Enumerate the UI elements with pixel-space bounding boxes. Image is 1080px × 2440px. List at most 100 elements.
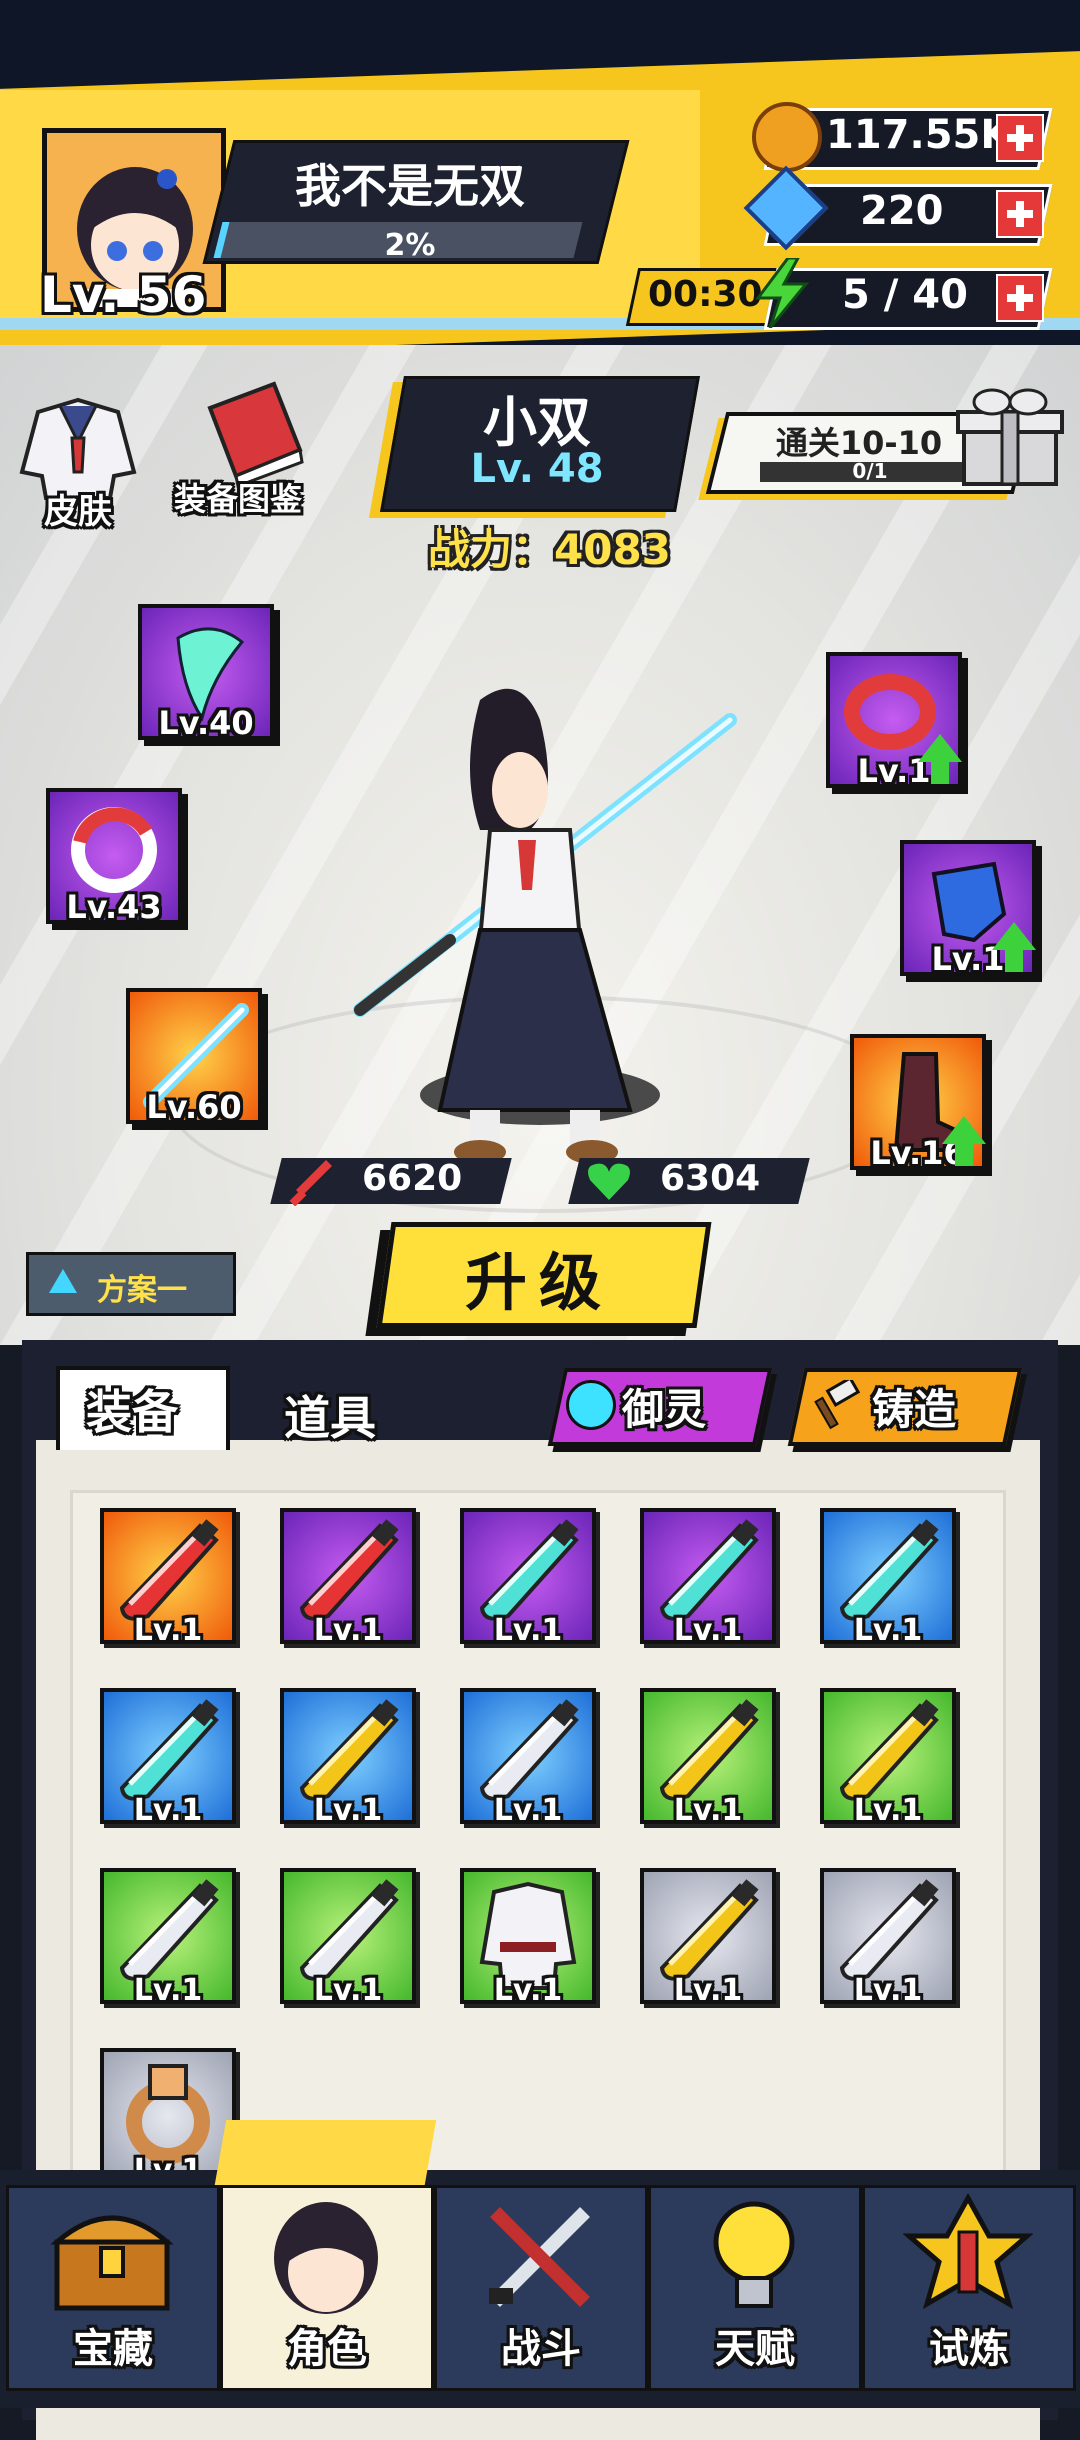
inventory-item[interactable]: Lv.1: [820, 1688, 956, 1828]
inventory-item-level: Lv.1: [493, 1973, 563, 2008]
nav-label: 天赋: [715, 2326, 795, 2372]
character-figure: [353, 688, 737, 1164]
equip-slot-weapon[interactable]: Lv.60: [126, 988, 262, 1126]
inventory-item-level: Lv.1: [133, 1793, 203, 1828]
inventory-item[interactable]: Lv.1: [460, 1508, 596, 1648]
lightbulb-icon: [713, 2201, 795, 2308]
inventory-item-level: Lv.1: [493, 1613, 563, 1648]
spirit-orb-icon: [566, 1380, 616, 1430]
codex-label: 装备图鉴: [174, 480, 303, 518]
attack-value: 6620: [362, 1158, 463, 1199]
plan-label: 方案一: [97, 1273, 187, 1308]
nav-tab-character[interactable]: 角色: [220, 2185, 434, 2391]
inventory-item-level: Lv.1: [313, 1613, 383, 1648]
player-name: 我不是无双: [295, 159, 525, 213]
hammer-icon: [814, 1380, 861, 1430]
coins-value: 117.55K: [826, 112, 1012, 158]
add-gems-button[interactable]: [996, 190, 1044, 238]
equip-slot-level: Lv.43: [66, 888, 162, 926]
inventory-item-level: Lv.1: [673, 1613, 743, 1648]
energy-value: 5 / 40: [842, 272, 968, 318]
equip-slot-gloves[interactable]: Lv.1: [900, 840, 1036, 978]
hp-value: 6304: [660, 1158, 761, 1199]
inventory-item-level: Lv.1: [133, 1613, 203, 1648]
inventory-item-level: Lv.1: [673, 1973, 743, 2008]
plan-selector[interactable]: 方案一: [26, 1252, 236, 1316]
inventory-item[interactable]: Lv.1: [280, 1868, 416, 2008]
inventory-item[interactable]: Lv.1: [280, 1508, 416, 1648]
top-header: Lv. 56 我不是无双 2% 117.55K 220 00:30 5 / 40: [0, 0, 1080, 360]
inventory-item-level: Lv.1: [853, 1973, 923, 2008]
nav-label: 宝藏: [73, 2326, 153, 2372]
inventory-item[interactable]: Lv.1: [640, 1508, 776, 1648]
character-level: Lv. 48: [470, 446, 604, 492]
nav-label: 角色: [287, 2326, 367, 2372]
tab-items-label[interactable]: 道具: [284, 1382, 376, 1448]
inventory-item[interactable]: Lv.1: [280, 1688, 416, 1828]
lightning-energy-icon: [755, 258, 810, 328]
quest-progress: 0/1: [852, 459, 888, 483]
inventory-item-level: Lv.1: [133, 1973, 203, 2008]
inventory-item[interactable]: Lv.1: [640, 1868, 776, 2008]
sword-attack-icon: [289, 1160, 332, 1206]
equip-slot-necklace[interactable]: Lv.40: [138, 604, 274, 742]
inventory-item[interactable]: Lv.1: [100, 2048, 236, 2188]
nav-tab-talent[interactable]: 天赋: [648, 2185, 862, 2391]
spirit-label: 御灵: [622, 1385, 707, 1434]
combat-power: 战力：4083: [428, 516, 671, 577]
forge-label: 铸造: [872, 1385, 957, 1434]
inventory-item[interactable]: Lv.1: [640, 1688, 776, 1828]
inventory-item[interactable]: Lv.1: [460, 1688, 596, 1828]
gems-value: 220: [860, 188, 944, 234]
equip-slot-level: Lv.60: [146, 1088, 242, 1126]
gift-box-icon[interactable]: [950, 380, 1070, 490]
equip-slot-boots[interactable]: Lv.16: [850, 1034, 986, 1172]
character-avatar-icon: [274, 2202, 378, 2314]
skin-label: 皮肤: [44, 492, 112, 532]
codex-button[interactable]: 装备图鉴: [174, 378, 334, 528]
red-book-icon: [207, 381, 304, 489]
nav-tab-treasure[interactable]: 宝藏: [6, 2185, 220, 2391]
crossed-swords-icon: [489, 2207, 590, 2307]
nav-tab-trial[interactable]: 试炼: [862, 2185, 1076, 2391]
nav-label: 战斗: [501, 2326, 581, 2372]
triangle-up-icon: [49, 1269, 77, 1293]
inventory-item-level: Lv.1: [313, 1973, 383, 2008]
energy-timer: 00:30: [648, 274, 763, 315]
combat-power-label: 战力：: [428, 525, 555, 574]
quest-title: 通关10-10: [775, 424, 943, 462]
nav-label: 试炼: [929, 2326, 1009, 2372]
skin-button[interactable]: 皮肤: [18, 392, 148, 532]
player-level: Lv. 56: [40, 266, 207, 324]
add-energy-button[interactable]: [996, 274, 1044, 322]
heart-hp-icon: [588, 1163, 630, 1200]
inventory-item-level: Lv.1: [853, 1613, 923, 1648]
quest-progress-bar: 0/1: [760, 459, 980, 483]
treasure-chest-icon: [50, 2215, 174, 2311]
inventory-item[interactable]: Lv.1: [100, 1508, 236, 1648]
inventory-item[interactable]: Lv.1: [460, 1868, 596, 2008]
inventory-item[interactable]: Lv.1: [820, 1868, 956, 2008]
equip-slot-belt[interactable]: Lv.1: [826, 652, 962, 790]
paw-coin-icon: [752, 102, 822, 172]
inventory-item[interactable]: Lv.1: [100, 1868, 236, 2008]
inventory-item-level: Lv.1: [493, 1793, 563, 1828]
add-coins-button[interactable]: [996, 114, 1044, 162]
upgrade-arrow-icon: [918, 734, 962, 784]
inventory-item-level: Lv.1: [673, 1793, 743, 1828]
upgrade-arrow-icon: [992, 922, 1036, 972]
inventory-item-level: Lv.1: [313, 1793, 383, 1828]
combat-power-value: 4083: [554, 525, 671, 574]
equip-slot-level: Lv.40: [158, 704, 254, 742]
trial-emblem-icon: [903, 2192, 1033, 2310]
exp-percent: 2%: [384, 228, 436, 263]
inventory-item[interactable]: Lv.1: [820, 1508, 956, 1648]
equip-slot-ring[interactable]: Lv.43: [46, 788, 182, 926]
nav-tab-battle[interactable]: 战斗: [434, 2185, 648, 2391]
inventory-item-level: Lv.1: [853, 1793, 923, 1828]
active-tab-flash: [213, 2120, 437, 2190]
tab-equipment-label: 装备: [86, 1385, 178, 1439]
upgrade-label: 升级: [464, 1246, 613, 1319]
upgrade-arrow-icon: [942, 1116, 986, 1166]
inventory-item[interactable]: Lv.1: [100, 1688, 236, 1828]
